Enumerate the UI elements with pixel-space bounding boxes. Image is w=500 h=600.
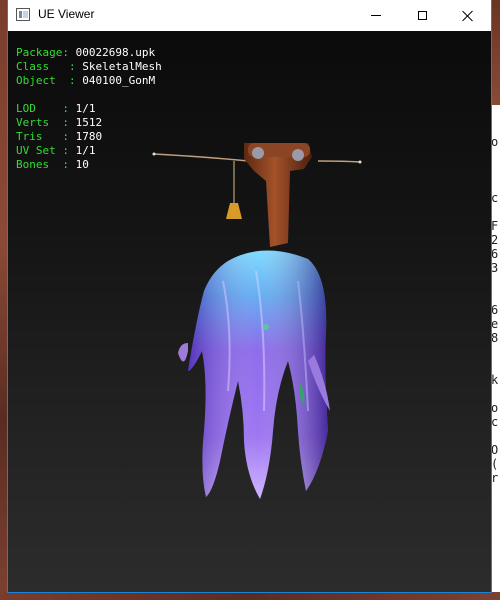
maximize-icon (417, 11, 427, 20)
close-button[interactable] (445, 0, 491, 31)
background-char: o (491, 135, 499, 149)
background-char: c (491, 415, 499, 429)
maximize-button[interactable] (399, 0, 445, 31)
background-char: 2 (491, 233, 499, 247)
background-char: F (491, 219, 499, 233)
hair-headpiece-mesh[interactable] (8, 31, 491, 592)
desktop-background-bottom (0, 592, 500, 600)
background-char: o (491, 401, 499, 415)
background-char: 8 (491, 331, 499, 345)
background-char: ( (491, 457, 499, 471)
window-title: UE Viewer (38, 7, 95, 21)
desktop-background-right (491, 0, 500, 105)
background-char: 6 (491, 303, 499, 317)
close-icon (462, 10, 474, 22)
minimize-button[interactable] (353, 0, 399, 31)
desktop-background-left (0, 0, 8, 600)
background-char: 3 (491, 261, 499, 275)
3d-viewport[interactable]: Package: 00022698.upk Class : SkeletalMe… (8, 31, 491, 592)
background-char: c (491, 191, 499, 205)
app-window-icon[interactable] (16, 8, 30, 21)
minimize-icon (371, 15, 381, 16)
background-char: O (491, 443, 499, 457)
background-char: e (491, 317, 499, 331)
background-char: 6 (491, 247, 499, 261)
background-char: k (491, 373, 499, 387)
background-window-edge[interactable]: o c F 2 6 3 6 e 8 k o c O ( r (491, 105, 500, 600)
ue-viewer-window: UE Viewer Package: 00022698.upk Class : … (8, 0, 491, 592)
title-bar[interactable]: UE Viewer (8, 0, 491, 31)
cord-right (317, 160, 361, 163)
cord-left (153, 153, 249, 162)
tassel-icon (226, 203, 242, 219)
background-char: r (491, 471, 499, 485)
